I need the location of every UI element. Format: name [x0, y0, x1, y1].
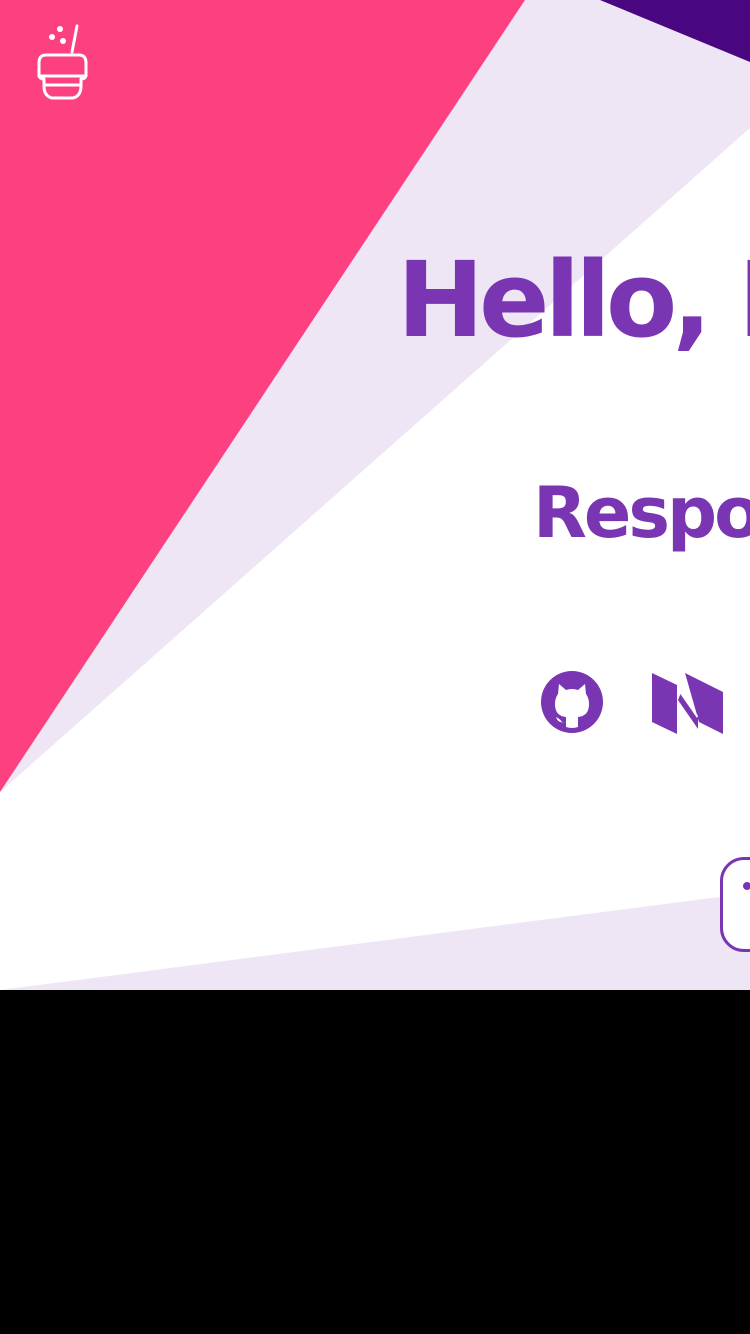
honey-pot-icon[interactable] — [30, 22, 92, 102]
cta-button[interactable] — [720, 857, 750, 952]
background-bottom-band — [0, 893, 750, 990]
hero-section: Hello, I'n Respon — [0, 0, 750, 990]
github-link[interactable] — [539, 670, 607, 736]
cta-button-icon — [743, 882, 750, 890]
hero-subheading: Respon — [533, 472, 750, 554]
medium-icon — [652, 673, 723, 734]
medium-link[interactable] — [650, 670, 726, 736]
github-icon — [541, 671, 603, 733]
hero-heading: Hello, I'n — [397, 239, 750, 361]
